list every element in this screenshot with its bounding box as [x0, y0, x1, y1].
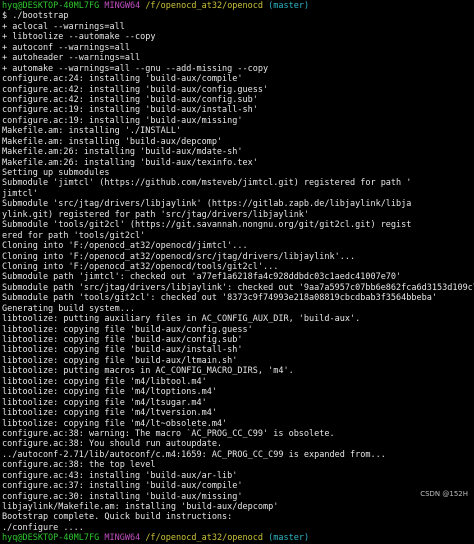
prompt-user-host: hyq@DESKTOP-40ML7FG	[2, 533, 100, 544]
prompt-line-top: hyq@DESKTOP-40ML7FG MINGW64 /f/openocd_a…	[2, 1, 474, 11]
output-line: Submodule path 'tools/git2cl': checked o…	[2, 293, 437, 304]
watermark: CSDN @152H	[420, 490, 468, 498]
output-line: Bootstrap complete. Quick build instruct…	[2, 512, 233, 523]
output-line: + aclocal --warnings=all	[2, 21, 125, 32]
output-line: Cloning into 'F:/openocd_at32/openocd/ji…	[2, 241, 248, 252]
output-line: libtoolize: copying file 'build-aux/conf…	[2, 324, 253, 335]
output-line: + autoheader --warnings=all	[2, 53, 141, 64]
output-line: libtoolize: copying file 'build-aux/conf…	[2, 335, 243, 345]
output-line: $ ./bootstrap	[2, 11, 69, 22]
terminal-output: $ ./bootstrap + aclocal --warnings=all + l…	[2, 11, 474, 533]
output-line: configure.ac:19: installing 'build-aux/i…	[2, 105, 258, 116]
output-line: configure.ac:30: installing 'build-aux/m…	[2, 491, 243, 502]
prompt-path: /f/openocd_at32/openocd	[145, 533, 264, 544]
output-line: Setting up submodules	[2, 168, 110, 178]
output-line: ered for path 'tools/git2cl'	[2, 230, 146, 241]
output-line: libjaylink/Makefile.am: installing 'buil…	[2, 502, 279, 512]
prompt-line-bottom: hyq@DESKTOP-40ML7FG MINGW64 /f/openocd_a…	[2, 533, 474, 543]
output-line: Makefile.am:26: installing 'build-aux/te…	[2, 157, 258, 168]
output-line: configure.ac:43: installing 'build-aux/a…	[2, 470, 238, 481]
output-line: Submodule path 'src/jtag/drivers/libjayl…	[2, 282, 474, 293]
output-line: ylink.git) registered for path 'src/jtag…	[2, 209, 310, 220]
output-line: configure.ac:42: installing 'build-aux/c…	[2, 94, 258, 105]
output-line: libtoolize: putting auxiliary files in A…	[2, 314, 361, 325]
output-line: Submodule path 'jimtcl': checked out 'a7…	[2, 272, 402, 283]
output-line: ./configure ....	[2, 522, 84, 533]
output-line: Submodule 'tools/git2cl' (https://git.sa…	[2, 220, 412, 231]
output-line: configure.ac:24: installing 'build-aux/c…	[2, 74, 243, 85]
output-line: configure.ac:38: the top level	[2, 460, 156, 471]
prompt-branch: (master)	[268, 533, 310, 544]
output-line: libtoolize: copying file 'build-aux/ltma…	[2, 355, 238, 366]
output-line: configure.ac:37: installing 'build-aux/c…	[2, 481, 243, 492]
output-line: libtoolize: copying file 'm4/ltoptions.m…	[2, 387, 217, 398]
output-line: + automake --warnings=all --gnu --add-mi…	[2, 63, 269, 74]
output-line: + libtoolize --automake --copy	[2, 32, 156, 43]
output-line: + autoconf --warnings=all	[2, 42, 130, 53]
output-line: libtoolize: copying file 'm4/ltsugar.m4'	[2, 397, 207, 408]
prompt-system: MINGW64	[104, 1, 141, 11]
prompt-path: /f/openocd_at32/openocd	[145, 1, 264, 11]
output-line: libtoolize: putting macros in AC_CONFIG_…	[2, 366, 294, 377]
output-line: Generating build system...	[2, 303, 136, 314]
prompt-user-host: hyq@DESKTOP-40ML7FG	[2, 1, 100, 11]
output-line: Makefile.am: installing './INSTALL'	[2, 126, 182, 137]
output-line: Cloning into 'F:/openocd_at32/openocd/to…	[2, 261, 279, 272]
output-line: ../autoconf-2.71/lib/autoconf/c.m4:1659:…	[2, 449, 386, 460]
output-line: configure.ac:38: You should run autoupda…	[2, 439, 223, 450]
output-line: libtoolize: copying file 'm4/ltversion.m…	[2, 408, 217, 419]
output-line: configure.ac:38: warning: The macro `AC_…	[2, 428, 335, 439]
output-line: Submodule 'jimtcl' (https://github.com/m…	[2, 178, 412, 189]
output-line: Makefile.am: installing 'build-aux/depco…	[2, 136, 223, 147]
output-line: Cloning into 'F:/openocd_at32/openocd/sr…	[2, 251, 356, 262]
output-line: libtoolize: copying file 'm4/libtool.m4'	[2, 376, 207, 387]
prompt-system: MINGW64	[104, 533, 141, 544]
output-line: libtoolize: copying file 'build-aux/inst…	[2, 345, 243, 356]
output-line: jimtcl'	[2, 188, 38, 199]
output-line: Makefile.am:26: installing 'build-aux/md…	[2, 147, 243, 158]
output-line: configure.ac:42: installing 'build-aux/c…	[2, 84, 269, 95]
output-line: libtoolize: copying file 'm4/lt~obsolete…	[2, 418, 228, 429]
output-line: configure.ac:19: installing 'build-aux/m…	[2, 115, 243, 126]
output-line: Submodule 'src/jtag/drivers/libjaylink' …	[2, 199, 412, 210]
prompt-branch: (master)	[268, 1, 310, 11]
terminal-window[interactable]: hyq@DESKTOP-40ML7FG MINGW64 /f/openocd_a…	[0, 0, 474, 543]
